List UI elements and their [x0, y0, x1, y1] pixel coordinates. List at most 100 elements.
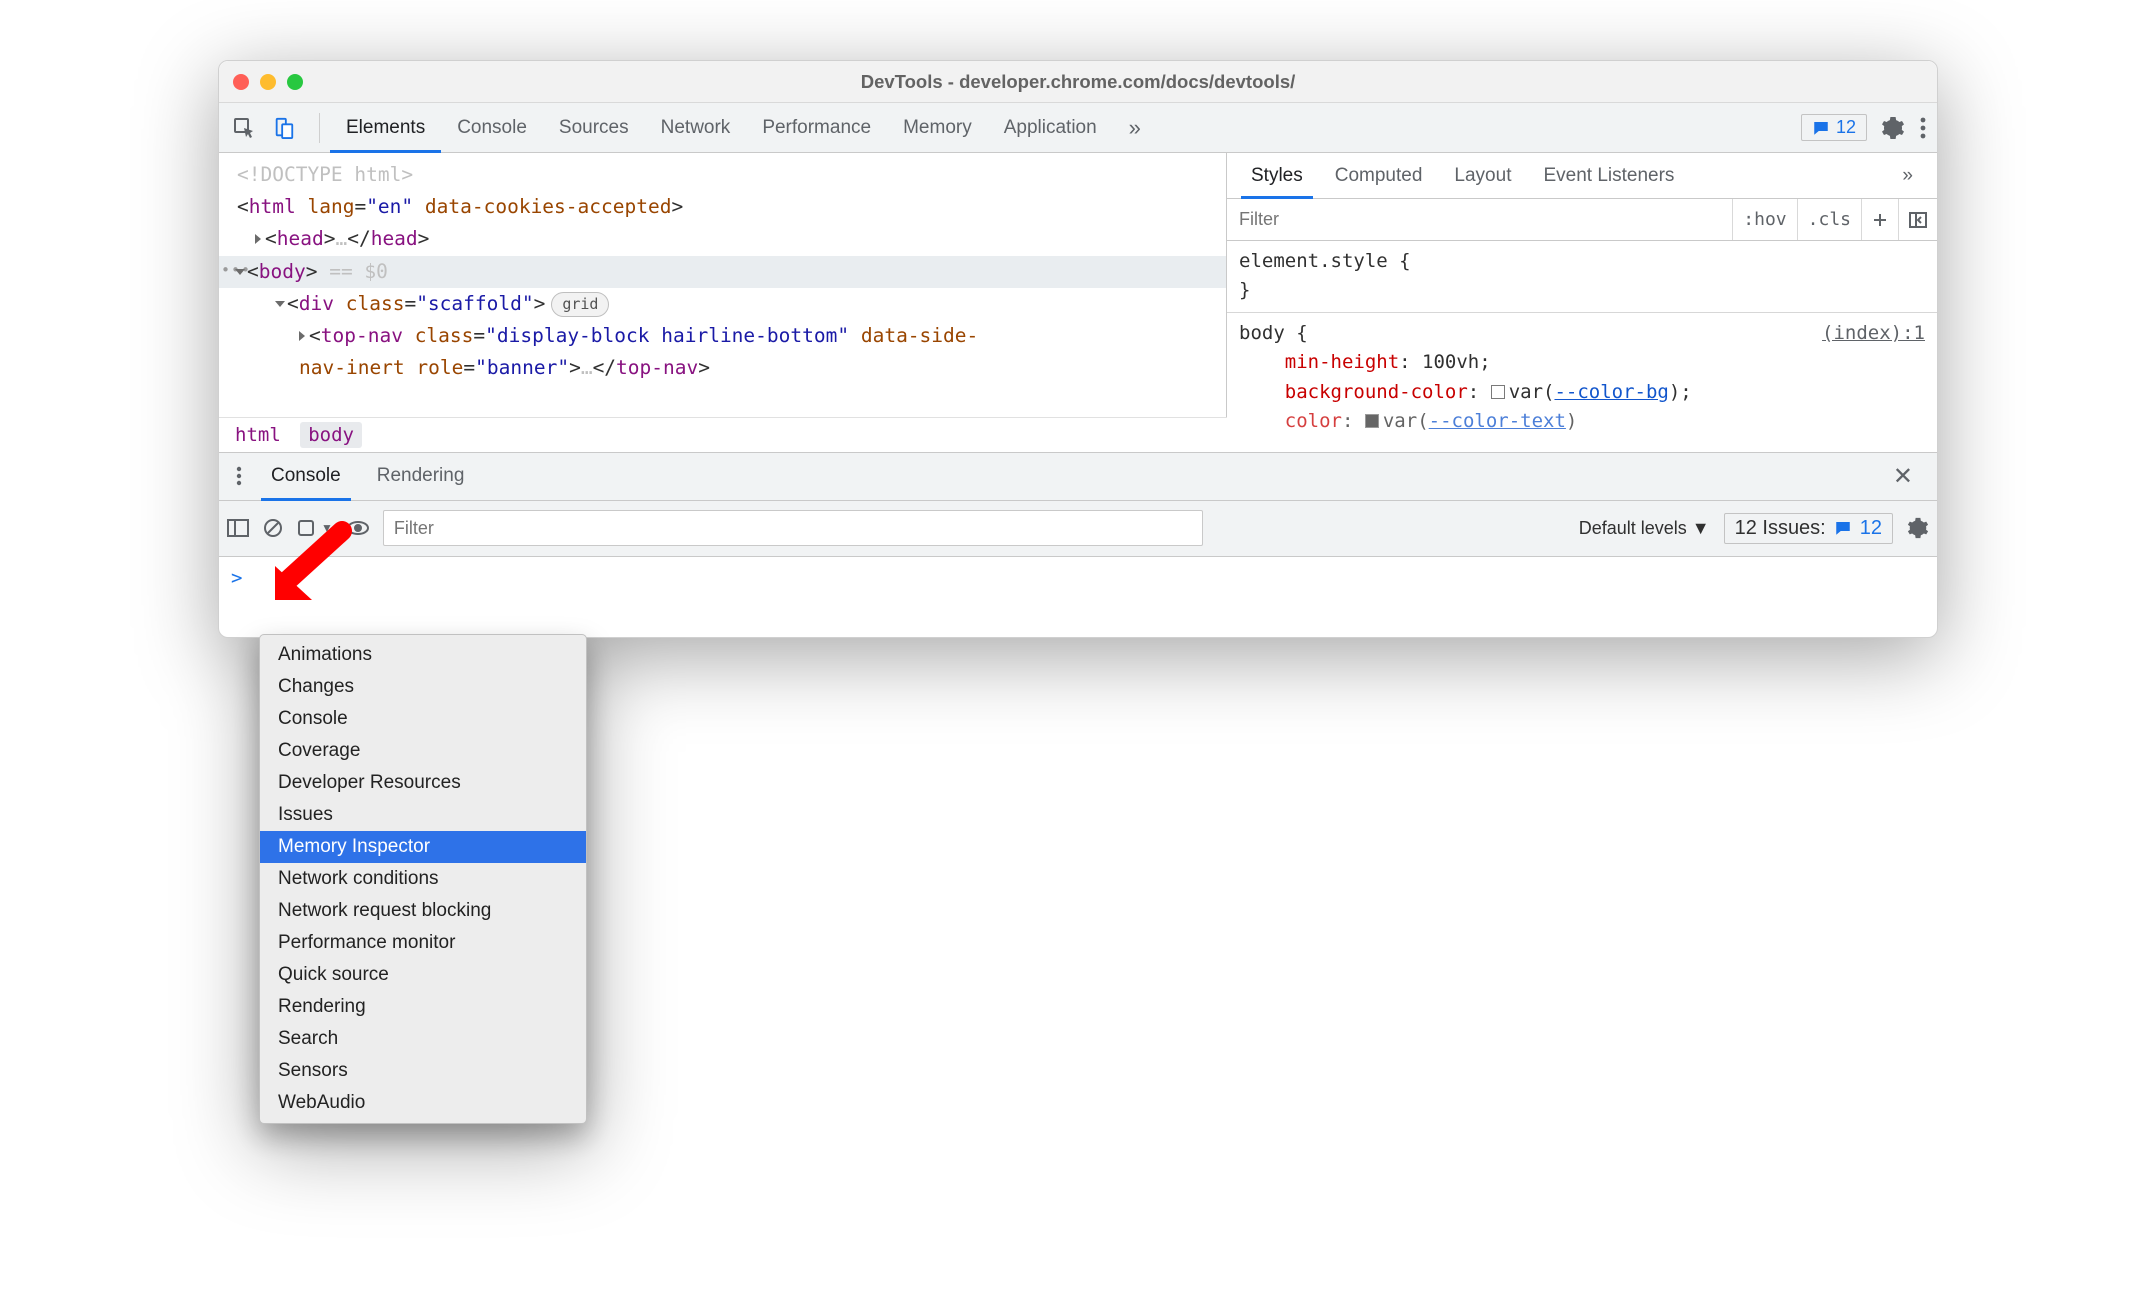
- tabs-overflow-icon[interactable]: »: [1113, 103, 1157, 152]
- new-rule-icon[interactable]: [1861, 199, 1898, 240]
- cls-toggle[interactable]: .cls: [1797, 199, 1861, 240]
- menu-item-performance-monitor[interactable]: Performance monitor: [260, 927, 586, 959]
- traffic-lights: [233, 74, 303, 90]
- drawer: Console Rendering ✕ ▼ Default levels ▼ 1…: [219, 452, 1937, 637]
- minimize-window-button[interactable]: [260, 74, 276, 90]
- zoom-window-button[interactable]: [287, 74, 303, 90]
- grid-badge[interactable]: grid: [551, 292, 609, 317]
- panels-split: <!DOCTYPE html> <html lang="en" data-coo…: [219, 153, 1937, 452]
- dom-scaffold[interactable]: <div class="scaffold">grid: [237, 288, 1226, 320]
- tab-sources[interactable]: Sources: [543, 103, 645, 152]
- issues-badge[interactable]: 12 Issues: 12: [1724, 513, 1893, 544]
- menu-item-developer-resources[interactable]: Developer Resources: [260, 767, 586, 799]
- styles-tabs-overflow-icon[interactable]: »: [1886, 153, 1929, 198]
- tab-layout[interactable]: Layout: [1438, 153, 1527, 198]
- issues-count: 12: [1860, 517, 1882, 540]
- drawer-tabs: Console Rendering ✕: [219, 453, 1937, 501]
- brace-close: }: [1239, 276, 1925, 305]
- menu-item-network-request-blocking[interactable]: Network request blocking: [260, 895, 586, 927]
- drawer-close-icon[interactable]: ✕: [1875, 453, 1931, 500]
- rule-separator: [1227, 312, 1937, 313]
- console-settings-icon[interactable]: [1907, 517, 1929, 539]
- expand-icon[interactable]: [255, 234, 261, 244]
- tab-network[interactable]: Network: [645, 103, 747, 152]
- menu-item-animations[interactable]: Animations: [260, 639, 586, 671]
- devtools-window: DevTools - developer.chrome.com/docs/dev…: [218, 60, 1938, 638]
- tab-performance[interactable]: Performance: [746, 103, 887, 152]
- menu-item-webaudio[interactable]: WebAudio: [260, 1087, 586, 1119]
- collapse-icon[interactable]: [235, 269, 245, 275]
- toggle-sidebar-icon[interactable]: [1898, 199, 1937, 240]
- console-prompt[interactable]: >: [219, 557, 1937, 637]
- dom-cutoff: [237, 385, 1226, 417]
- dom-tree[interactable]: <!DOCTYPE html> <html lang="en" data-coo…: [219, 153, 1227, 417]
- messages-count: 12: [1836, 117, 1856, 138]
- menu-item-coverage[interactable]: Coverage: [260, 735, 586, 767]
- close-window-button[interactable]: [233, 74, 249, 90]
- dom-html-open: <html lang="en" data-cookies-accepted>: [237, 191, 1226, 223]
- drawer-panels-menu: Animations Changes Console Coverage Deve…: [259, 634, 587, 1124]
- settings-icon[interactable]: [1881, 116, 1905, 140]
- prop-bg-color[interactable]: background-color: var(--color-bg);: [1239, 378, 1925, 407]
- body-rule-header: body {(index):1: [1239, 319, 1925, 348]
- menu-item-quick-source[interactable]: Quick source: [260, 959, 586, 991]
- drawer-tab-console[interactable]: Console: [253, 453, 359, 500]
- dom-doctype: <!DOCTYPE html>: [237, 159, 1226, 191]
- color-swatch-icon[interactable]: [1365, 414, 1379, 428]
- tab-computed[interactable]: Computed: [1319, 153, 1439, 198]
- menu-item-changes[interactable]: Changes: [260, 671, 586, 703]
- toolbar-right: 12: [1801, 114, 1927, 141]
- styles-filter-bar: :hov .cls: [1227, 199, 1937, 241]
- log-levels-dropdown[interactable]: Default levels ▼: [1579, 518, 1710, 539]
- expand-icon[interactable]: [299, 331, 305, 341]
- main-tabs: Elements Console Sources Network Perform…: [330, 103, 1157, 152]
- drawer-more-icon[interactable]: [225, 453, 253, 500]
- tab-console[interactable]: Console: [441, 103, 543, 152]
- tab-elements[interactable]: Elements: [330, 103, 441, 152]
- messages-badge[interactable]: 12: [1801, 114, 1867, 141]
- more-icon[interactable]: [1919, 117, 1927, 139]
- styles-filter-input[interactable]: [1227, 199, 1732, 240]
- console-filter-input[interactable]: [384, 511, 1202, 545]
- color-swatch-icon[interactable]: [1491, 385, 1505, 399]
- tab-styles[interactable]: Styles: [1235, 153, 1319, 198]
- source-link[interactable]: (index):1: [1822, 319, 1925, 348]
- dom-topnav-l2: nav-inert role="banner">…</top-nav>: [237, 352, 1226, 384]
- tab-memory[interactable]: Memory: [887, 103, 988, 152]
- drawer-tab-rendering[interactable]: Rendering: [359, 453, 483, 500]
- element-style-open: element.style {: [1239, 247, 1925, 276]
- window-titlebar: DevTools - developer.chrome.com/docs/dev…: [219, 61, 1937, 103]
- styles-tabs: Styles Computed Layout Event Listeners »: [1227, 153, 1937, 199]
- device-toolbar-icon[interactable]: [269, 113, 299, 143]
- console-filter: [383, 510, 1203, 546]
- inspect-element-icon[interactable]: [229, 113, 259, 143]
- crumb-body[interactable]: body: [300, 422, 362, 448]
- menu-item-console[interactable]: Console: [260, 703, 586, 735]
- hov-toggle[interactable]: :hov: [1732, 199, 1796, 240]
- menu-item-network-conditions[interactable]: Network conditions: [260, 863, 586, 895]
- menu-item-search[interactable]: Search: [260, 1023, 586, 1055]
- styles-pane: Styles Computed Layout Event Listeners »…: [1227, 153, 1937, 452]
- separator: [319, 113, 320, 143]
- main-toolbar: Elements Console Sources Network Perform…: [219, 103, 1937, 153]
- crumb-html[interactable]: html: [227, 422, 289, 448]
- styles-content[interactable]: element.style { } body {(index):1 min-he…: [1227, 241, 1937, 437]
- issues-label: 12 Issues:: [1735, 517, 1826, 540]
- tab-event-listeners[interactable]: Event Listeners: [1527, 153, 1690, 198]
- prop-min-height[interactable]: min-height: 100vh;: [1239, 348, 1925, 377]
- menu-item-memory-inspector[interactable]: Memory Inspector: [260, 831, 586, 863]
- collapse-icon[interactable]: [275, 301, 285, 307]
- annotation-arrow-icon: [267, 516, 357, 606]
- menu-item-sensors[interactable]: Sensors: [260, 1055, 586, 1087]
- prop-color-cut[interactable]: color: var(--color-text): [1239, 407, 1925, 436]
- tab-application[interactable]: Application: [988, 103, 1113, 152]
- breadcrumb[interactable]: html body: [219, 417, 1227, 452]
- dom-body-selected[interactable]: •••<body> == $0: [219, 256, 1226, 288]
- dom-head[interactable]: <head>…</head>: [237, 223, 1226, 255]
- prompt-caret: >: [231, 567, 242, 589]
- window-title: DevTools - developer.chrome.com/docs/dev…: [861, 71, 1296, 93]
- menu-item-issues[interactable]: Issues: [260, 799, 586, 831]
- menu-item-rendering[interactable]: Rendering: [260, 991, 586, 1023]
- dom-topnav[interactable]: <top-nav class="display-block hairline-b…: [237, 320, 1226, 352]
- console-sidebar-icon[interactable]: [227, 519, 249, 537]
